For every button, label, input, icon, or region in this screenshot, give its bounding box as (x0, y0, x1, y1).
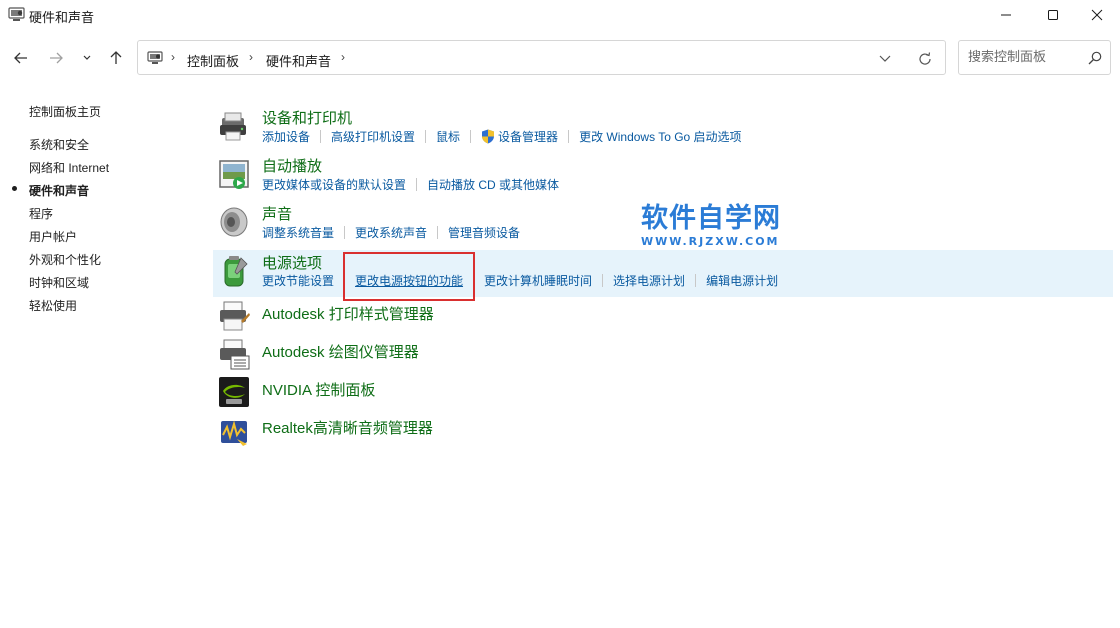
link-change-default-media[interactable]: 更改媒体或设备的默认设置 (262, 176, 406, 193)
arrow-up-icon (110, 51, 122, 64)
link-add-device[interactable]: 添加设备 (262, 128, 310, 145)
category-links: 更改媒体或设备的默认设置 自动播放 CD 或其他媒体 (262, 176, 559, 192)
category-autoplay: 自动播放 更改媒体或设备的默认设置 自动播放 CD 或其他媒体 (213, 148, 1113, 196)
address-bar[interactable]: › 控制面板 › 硬件和声音 › (137, 40, 946, 75)
nvidia-icon (219, 377, 249, 407)
category-autodesk-plotter: Autodesk 绘图仪管理器 (213, 335, 1113, 373)
link-separator (568, 129, 570, 143)
autoplay-icon (219, 160, 249, 189)
battery-icon (224, 256, 248, 287)
recent-locations-button[interactable] (75, 46, 99, 70)
watermark: 软件自学网 WWW.RJZXW.COM (641, 196, 781, 248)
control-panel-icon (8, 7, 25, 21)
sidebar-item-appearance[interactable]: 外观和个性化 (29, 251, 101, 268)
link-separator (695, 273, 697, 287)
link-edit-power-plan[interactable]: 编辑电源计划 (706, 272, 778, 289)
navigation-bar: › 控制面板 › 硬件和声音 › (0, 38, 1120, 78)
sidebar-item-programs[interactable]: 程序 (29, 205, 53, 222)
close-icon (1091, 9, 1103, 21)
category-title[interactable]: NVIDIA 控制面板 (262, 379, 375, 400)
link-manage-audio-devices[interactable]: 管理音频设备 (448, 224, 520, 241)
sidebar-item-home[interactable]: 控制面板主页 (29, 103, 101, 120)
realtek-audio-icon (221, 420, 247, 446)
sidebar-item-network[interactable]: 网络和 Internet (29, 159, 109, 176)
window-title: 硬件和声音 (29, 10, 95, 25)
category-title[interactable]: 设备和打印机 (262, 107, 352, 128)
category-title[interactable]: Realtek高清晰音频管理器 (262, 417, 433, 438)
link-autoplay-cd[interactable]: 自动播放 CD 或其他媒体 (427, 176, 559, 193)
watermark-url: WWW.RJZXW.COM (641, 235, 780, 248)
link-device-manager[interactable]: 设备管理器 (498, 128, 558, 145)
arrow-right-icon (50, 52, 63, 64)
up-button[interactable] (104, 46, 128, 70)
breadcrumb-chevron-icon: › (171, 50, 175, 64)
active-bullet-icon (12, 186, 17, 191)
category-links: 更改节能设置 更改电源按钮的功能 更改计算机睡眠时间 选择电源计划 编辑电源计划 (262, 272, 778, 288)
sidebar-item-hardware-sound[interactable]: 硬件和声音 (29, 182, 89, 199)
sidebar-item-system-security[interactable]: 系统和安全 (29, 136, 89, 153)
category-nvidia: NVIDIA 控制面板 (213, 373, 1113, 411)
plotter-icon (220, 339, 250, 370)
control-panel-icon (147, 51, 163, 64)
link-separator (320, 129, 322, 143)
link-separator (425, 129, 427, 143)
maximize-button[interactable] (1030, 0, 1076, 30)
link-choose-power-plan[interactable]: 选择电源计划 (613, 272, 685, 289)
link-separator (344, 225, 346, 239)
back-button[interactable] (9, 46, 33, 70)
category-title[interactable]: 自动播放 (262, 155, 322, 176)
refresh-icon[interactable] (916, 50, 934, 68)
sidebar-item-ease-of-access[interactable]: 轻松使用 (29, 297, 77, 314)
printer-device-icon (220, 112, 246, 141)
category-title[interactable]: Autodesk 打印样式管理器 (262, 303, 434, 324)
link-separator (602, 273, 604, 287)
uac-shield-icon (482, 129, 495, 143)
search-box[interactable] (958, 40, 1111, 75)
print-style-icon (220, 301, 250, 331)
breadcrumb-chevron-icon: › (249, 50, 253, 64)
title-bar: 硬件和声音 (0, 0, 1120, 30)
link-separator (470, 129, 472, 143)
category-title[interactable]: 声音 (262, 203, 292, 224)
link-separator (437, 225, 439, 239)
search-input[interactable] (968, 49, 1078, 64)
minimize-button[interactable] (983, 0, 1029, 30)
annotation-highlight-box (343, 252, 475, 301)
chevron-down-icon (83, 55, 91, 60)
category-autodesk-print-style: Autodesk 打印样式管理器 (213, 297, 1113, 335)
link-adjust-volume[interactable]: 调整系统音量 (262, 224, 334, 241)
link-change-system-sounds[interactable]: 更改系统声音 (355, 224, 427, 241)
minimize-icon (1001, 14, 1011, 16)
close-button[interactable] (1074, 0, 1120, 30)
watermark-title: 软件自学网 (641, 203, 781, 234)
category-list: 设备和打印机 添加设备 高级打印机设置 鼠标 设备管理器 更改 Windows … (213, 100, 1113, 460)
chevron-down-icon[interactable] (876, 50, 894, 66)
category-links: 添加设备 高级打印机设置 鼠标 设备管理器 更改 Windows To Go 启… (262, 128, 742, 144)
category-devices-printers: 设备和打印机 添加设备 高级打印机设置 鼠标 设备管理器 更改 Windows … (213, 100, 1113, 148)
sidebar-item-clock-region[interactable]: 时钟和区域 (29, 274, 89, 291)
category-title[interactable]: Autodesk 绘图仪管理器 (262, 341, 419, 362)
link-separator (416, 177, 418, 191)
breadcrumb-chevron-icon[interactable]: › (341, 50, 345, 64)
link-change-power-saving[interactable]: 更改节能设置 (262, 272, 334, 289)
link-windows-to-go[interactable]: 更改 Windows To Go 启动选项 (579, 128, 741, 145)
search-icon[interactable] (1087, 50, 1103, 66)
category-links: 调整系统音量 更改系统声音 管理音频设备 (262, 224, 520, 240)
link-mouse[interactable]: 鼠标 (436, 128, 460, 145)
link-advanced-printer[interactable]: 高级打印机设置 (331, 128, 415, 145)
speaker-icon (220, 207, 248, 237)
sidebar-item-user-accounts[interactable]: 用户帐户 (29, 228, 77, 245)
category-realtek: Realtek高清晰音频管理器 (213, 411, 1113, 449)
breadcrumb-hardware-sound[interactable]: 硬件和声音 (266, 51, 331, 70)
arrow-left-icon (14, 52, 27, 64)
breadcrumb-control-panel[interactable]: 控制面板 (187, 51, 239, 70)
forward-button[interactable] (44, 46, 68, 70)
maximize-icon (1048, 10, 1058, 20)
link-sleep-time[interactable]: 更改计算机睡眠时间 (484, 272, 592, 289)
category-title[interactable]: 电源选项 (262, 252, 322, 273)
